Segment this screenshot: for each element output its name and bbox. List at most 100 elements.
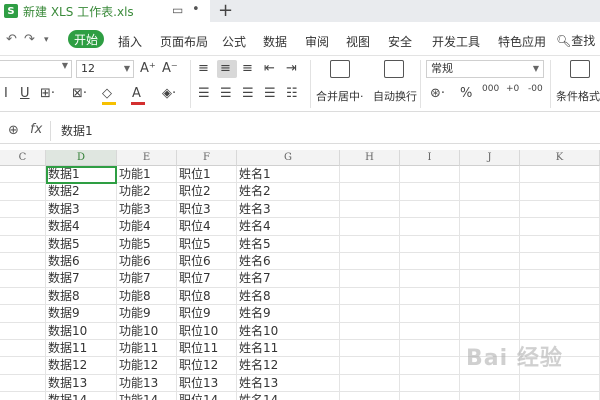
- table-cell[interactable]: [0, 253, 46, 271]
- table-cell[interactable]: [460, 218, 520, 236]
- table-cell[interactable]: [520, 218, 600, 236]
- clear-format-icon[interactable]: ◈·: [162, 86, 176, 101]
- table-cell[interactable]: 职位6: [177, 253, 237, 271]
- table-cell[interactable]: 职位12: [177, 357, 237, 375]
- text-direction-icon[interactable]: ⇤: [264, 61, 275, 76]
- table-cell[interactable]: 功能11: [117, 340, 177, 358]
- table-cell[interactable]: 职位5: [177, 235, 237, 253]
- auto-wrap-icon[interactable]: [384, 60, 404, 78]
- table-cell[interactable]: [0, 287, 46, 306]
- align-right-icon[interactable]: ☰: [242, 86, 254, 101]
- font-color-icon[interactable]: A: [132, 86, 141, 101]
- table-cell[interactable]: 职位11: [177, 340, 237, 358]
- table-cell[interactable]: 姓名9: [237, 305, 340, 323]
- table-cell[interactable]: 职位14: [177, 392, 237, 400]
- formula-input[interactable]: 数据1: [50, 121, 598, 141]
- table-cell[interactable]: [520, 253, 600, 271]
- decrease-decimal-button[interactable]: -00: [528, 84, 543, 94]
- table-cell[interactable]: [460, 235, 520, 253]
- table-cell[interactable]: 数据6: [46, 253, 117, 271]
- table-cell[interactable]: [340, 270, 400, 288]
- table-cell[interactable]: 姓名3: [237, 200, 340, 219]
- align-middle-icon[interactable]: ≡: [220, 61, 231, 76]
- table-cell[interactable]: [400, 374, 460, 393]
- underline-icon[interactable]: U: [20, 86, 30, 101]
- table-cell[interactable]: 姓名13: [237, 374, 340, 393]
- table-cell[interactable]: 姓名7: [237, 270, 340, 288]
- function-icon[interactable]: fx: [30, 122, 42, 137]
- table-cell[interactable]: [0, 340, 46, 358]
- table-cell[interactable]: 功能8: [117, 287, 177, 306]
- quick-access-dropdown-icon[interactable]: ▾: [44, 35, 49, 45]
- font-shrink-button[interactable]: A⁻: [162, 61, 178, 76]
- table-cell[interactable]: [460, 253, 520, 271]
- table-cell[interactable]: [520, 183, 600, 201]
- document-tab[interactable]: S 新建 XLS 工作表.xls ▭ •: [0, 0, 210, 22]
- table-cell[interactable]: 功能1: [117, 166, 177, 184]
- table-cell[interactable]: 功能12: [117, 357, 177, 375]
- table-cell[interactable]: 数据10: [46, 322, 117, 340]
- table-cell[interactable]: 功能7: [117, 270, 177, 288]
- table-cell[interactable]: 姓名6: [237, 253, 340, 271]
- currency-icon[interactable]: ⊛·: [430, 86, 445, 101]
- table-cell[interactable]: 功能3: [117, 200, 177, 219]
- table-cell[interactable]: [340, 183, 400, 201]
- table-cell[interactable]: 数据9: [46, 305, 117, 323]
- new-tab-button[interactable]: +: [218, 0, 233, 22]
- undo-icon[interactable]: ↶: [6, 32, 17, 47]
- table-cell[interactable]: 姓名5: [237, 235, 340, 253]
- table-cell[interactable]: [400, 305, 460, 323]
- table-cell[interactable]: 功能13: [117, 374, 177, 393]
- table-cell[interactable]: [340, 392, 400, 400]
- table-cell[interactable]: [0, 166, 46, 184]
- table-cell[interactable]: [460, 305, 520, 323]
- table-cell[interactable]: 数据11: [46, 340, 117, 358]
- table-cell[interactable]: [340, 235, 400, 253]
- table-cell[interactable]: [0, 305, 46, 323]
- font-size-select[interactable]: 12 ▼: [76, 60, 134, 78]
- table-cell[interactable]: 职位13: [177, 374, 237, 393]
- table-cell[interactable]: [0, 200, 46, 219]
- table-cell[interactable]: 功能6: [117, 253, 177, 271]
- table-cell[interactable]: [520, 305, 600, 323]
- menu-tab-insert[interactable]: 插入: [118, 33, 142, 50]
- font-name-select[interactable]: ▼: [0, 60, 72, 78]
- table-cell[interactable]: [0, 270, 46, 288]
- align-bottom-icon[interactable]: ≡: [242, 61, 253, 76]
- table-cell[interactable]: 姓名2: [237, 183, 340, 201]
- table-cell[interactable]: [400, 270, 460, 288]
- table-cell[interactable]: [460, 322, 520, 340]
- menu-tab-data[interactable]: 数据: [263, 33, 287, 50]
- table-cell[interactable]: 数据1: [46, 166, 117, 184]
- table-cell[interactable]: [400, 392, 460, 400]
- menu-tab-page-layout[interactable]: 页面布局: [160, 33, 208, 50]
- table-cell[interactable]: 职位7: [177, 270, 237, 288]
- column-header-h[interactable]: H: [340, 150, 400, 166]
- menu-tab-start[interactable]: 开始: [68, 30, 104, 48]
- align-center-icon[interactable]: ☰: [220, 86, 232, 101]
- font-grow-button[interactable]: A⁺: [140, 61, 156, 76]
- table-cell[interactable]: 功能9: [117, 305, 177, 323]
- align-left-icon[interactable]: ☰: [198, 86, 210, 101]
- table-cell[interactable]: [400, 322, 460, 340]
- table-cell[interactable]: 数据8: [46, 287, 117, 306]
- table-cell[interactable]: 职位1: [177, 166, 237, 184]
- percent-button[interactable]: %: [460, 86, 472, 101]
- table-cell[interactable]: [520, 287, 600, 306]
- distributed-align-icon[interactable]: ☷: [286, 86, 298, 101]
- table-cell[interactable]: [460, 166, 520, 184]
- table-cell[interactable]: [520, 235, 600, 253]
- table-cell[interactable]: 功能10: [117, 322, 177, 340]
- table-cell[interactable]: [0, 357, 46, 375]
- table-cell[interactable]: [0, 235, 46, 253]
- thousands-separator-button[interactable]: 000: [482, 84, 499, 94]
- table-cell[interactable]: [0, 183, 46, 201]
- table-cell[interactable]: 职位9: [177, 305, 237, 323]
- table-cell[interactable]: 职位2: [177, 183, 237, 201]
- table-cell[interactable]: [400, 235, 460, 253]
- table-cell[interactable]: 数据14: [46, 392, 117, 400]
- monitor-icon[interactable]: ▭: [172, 3, 183, 17]
- menu-tab-features[interactable]: 特色应用: [498, 33, 546, 50]
- menu-tab-view[interactable]: 视图: [346, 33, 370, 50]
- column-header-k[interactable]: K: [520, 150, 600, 166]
